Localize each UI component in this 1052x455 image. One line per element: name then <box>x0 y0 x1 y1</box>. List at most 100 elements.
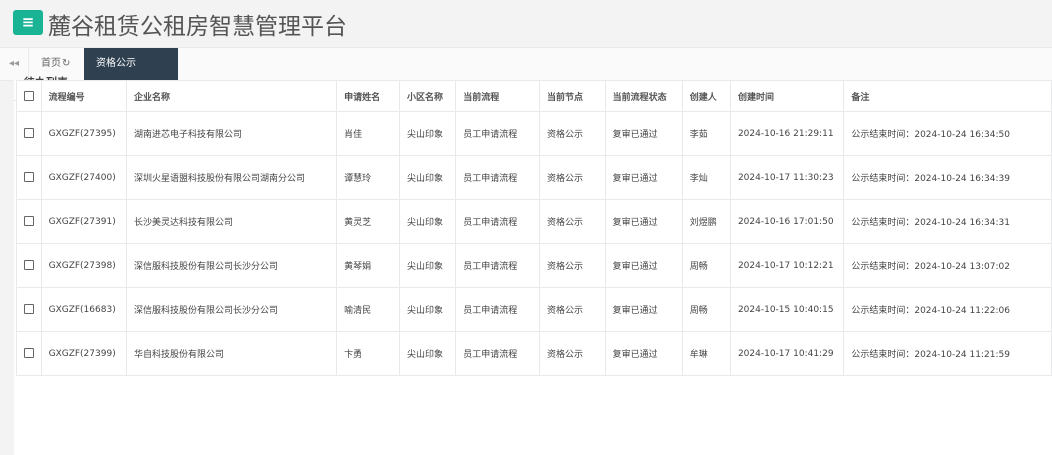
refresh-icon[interactable]: ↻ <box>62 58 70 69</box>
cell-community: 尖山印象 <box>398 287 457 332</box>
cell-creator: 李灿 <box>681 155 731 200</box>
row-checkbox[interactable] <box>24 348 34 359</box>
column-header[interactable]: 当前流程 <box>455 80 540 112</box>
row-checkbox[interactable] <box>24 172 34 183</box>
cell-created-time: 2024-10-15 10:40:15 <box>729 287 845 332</box>
cell-created-time: 2024-10-17 10:41:29 <box>729 331 845 376</box>
cell-community: 尖山印象 <box>398 331 457 376</box>
column-header[interactable]: 创建人 <box>681 80 731 112</box>
cell-creator: 李茹 <box>681 111 731 156</box>
row-select-cell <box>16 111 42 156</box>
column-header[interactable]: 当前流程状态 <box>604 80 683 112</box>
cell-company: 湖南进芯电子科技有限公司 <box>125 111 338 156</box>
cell-status: 复审已通过 <box>604 199 683 244</box>
row-checkbox[interactable] <box>24 304 34 315</box>
select-all-cell <box>16 80 42 112</box>
cell-company: 深圳火星语盟科技股份有限公司湖南分公司 <box>125 155 338 200</box>
cell-company: 深信服科技股份有限公司长沙分公司 <box>125 243 338 288</box>
cell-remark: 公示结束时间：2024-10-24 16:34:31 <box>843 199 1052 244</box>
cell-created-time: 2024-10-16 21:29:11 <box>729 111 845 156</box>
row-select-cell <box>16 287 42 332</box>
cell-process-id: GXGZF(27391) <box>40 199 127 244</box>
column-header[interactable]: 企业名称 <box>125 80 338 112</box>
tab-qualification-notice[interactable]: 资格公示75↻✖ <box>84 48 178 101</box>
cell-remark: 公示结束时间：2024-10-24 16:34:39 <box>843 155 1052 200</box>
column-header[interactable]: 当前节点 <box>538 80 606 112</box>
cell-creator: 刘煜鹏 <box>681 199 731 244</box>
cell-community: 尖山印象 <box>398 199 457 244</box>
table-row[interactable]: GXGZF(27395) 湖南进芯电子科技有限公司 肖佳 尖山印象 员工申请流程… <box>16 111 1052 156</box>
cell-status: 复审已通过 <box>604 155 683 200</box>
table-row[interactable]: GXGZF(27399) 华自科技股份有限公司 卞勇 尖山印象 员工申请流程 资… <box>16 331 1052 376</box>
table-row[interactable]: GXGZF(27400) 深圳火星语盟科技股份有限公司湖南分公司 谭慧玲 尖山印… <box>16 155 1052 200</box>
row-select-cell <box>16 155 42 200</box>
cell-company: 长沙美灵达科技有限公司 <box>125 199 338 244</box>
cell-process: 员工申请流程 <box>455 199 540 244</box>
cell-created-time: 2024-10-17 10:12:21 <box>729 243 845 288</box>
table-header-row: 流程编号 企业名称 申请姓名 小区名称 当前流程 当前节点 当前流程状态 创建人… <box>16 80 1052 112</box>
cell-process: 员工申请流程 <box>455 155 540 200</box>
cell-applicant: 喻清民 <box>336 287 400 332</box>
row-select-cell <box>16 199 42 244</box>
cell-applicant: 肖佳 <box>336 111 400 156</box>
row-checkbox[interactable] <box>24 216 34 227</box>
cell-creator: 牟琳 <box>681 331 731 376</box>
cell-process: 员工申请流程 <box>455 287 540 332</box>
cell-node: 资格公示 <box>538 199 606 244</box>
cell-node: 资格公示 <box>538 243 606 288</box>
cell-community: 尖山印象 <box>398 155 457 200</box>
table-row[interactable]: GXGZF(27398) 深信服科技股份有限公司长沙分公司 黄琴娟 尖山印象 员… <box>16 243 1052 288</box>
menu-toggle-button[interactable]: ≡ <box>13 10 43 35</box>
cell-creator: 周畅 <box>681 243 731 288</box>
column-header[interactable]: 申请姓名 <box>336 80 400 112</box>
table-row[interactable]: GXGZF(16683) 深信服科技股份有限公司长沙分公司 喻清民 尖山印象 员… <box>16 287 1052 332</box>
cell-created-time: 2024-10-17 11:30:23 <box>729 155 845 200</box>
cell-applicant: 卞勇 <box>336 331 400 376</box>
row-select-cell <box>16 331 42 376</box>
cell-status: 复审已通过 <box>604 111 683 156</box>
hamburger-icon: ≡ <box>21 13 35 31</box>
cell-remark: 公示结束时间：2024-10-24 11:21:59 <box>843 331 1052 376</box>
cell-process-id: GXGZF(16683) <box>40 287 127 332</box>
select-all-checkbox[interactable] <box>24 90 34 101</box>
cell-node: 资格公示 <box>538 155 606 200</box>
row-select-cell <box>16 243 42 288</box>
row-checkbox[interactable] <box>24 260 34 271</box>
cell-process: 员工申请流程 <box>455 243 540 288</box>
todo-table: 流程编号 企业名称 申请姓名 小区名称 当前流程 当前节点 当前流程状态 创建人… <box>16 80 1052 376</box>
cell-process: 员工申请流程 <box>455 111 540 156</box>
cell-status: 复审已通过 <box>604 287 683 332</box>
cell-process-id: GXGZF(27398) <box>40 243 127 288</box>
tab-home-label: 首页 <box>41 58 61 69</box>
top-header: ≡ 麓谷租赁公租房智慧管理平台 <box>0 0 1052 47</box>
row-checkbox[interactable] <box>24 128 34 139</box>
cell-node: 资格公示 <box>538 331 606 376</box>
column-header[interactable]: 小区名称 <box>398 80 457 112</box>
double-chevron-left-icon: ◂◂ <box>8 58 20 69</box>
cell-node: 资格公示 <box>538 287 606 332</box>
cell-applicant: 谭慧玲 <box>336 155 400 200</box>
cell-status: 复审已通过 <box>604 331 683 376</box>
cell-process-id: GXGZF(27399) <box>40 331 127 376</box>
column-header[interactable]: 创建时间 <box>729 80 845 112</box>
cell-remark: 公示结束时间：2024-10-24 13:07:02 <box>843 243 1052 288</box>
cell-remark: 公示结束时间：2024-10-24 16:34:50 <box>843 111 1052 156</box>
cell-status: 复审已通过 <box>604 243 683 288</box>
cell-applicant: 黄琴娟 <box>336 243 400 288</box>
cell-company: 深信服科技股份有限公司长沙分公司 <box>125 287 338 332</box>
cell-community: 尖山印象 <box>398 111 457 156</box>
cell-process-id: GXGZF(27400) <box>40 155 127 200</box>
cell-creator: 周畅 <box>681 287 731 332</box>
tab-bar: ◂◂ 首页↻ 资格公示75↻✖ <box>0 47 1052 101</box>
cell-applicant: 黄灵芝 <box>336 199 400 244</box>
cell-company: 华自科技股份有限公司 <box>125 331 338 376</box>
cell-remark: 公示结束时间：2024-10-24 11:22:06 <box>843 287 1052 332</box>
cell-created-time: 2024-10-16 17:01:50 <box>729 199 845 244</box>
column-header[interactable]: 备注 <box>843 80 1052 112</box>
cell-community: 尖山印象 <box>398 243 457 288</box>
column-header[interactable]: 流程编号 <box>40 80 127 112</box>
cell-process-id: GXGZF(27395) <box>40 111 127 156</box>
table-row[interactable]: GXGZF(27391) 长沙美灵达科技有限公司 黄灵芝 尖山印象 员工申请流程… <box>16 199 1052 244</box>
cell-process: 员工申请流程 <box>455 331 540 376</box>
cell-node: 资格公示 <box>538 111 606 156</box>
